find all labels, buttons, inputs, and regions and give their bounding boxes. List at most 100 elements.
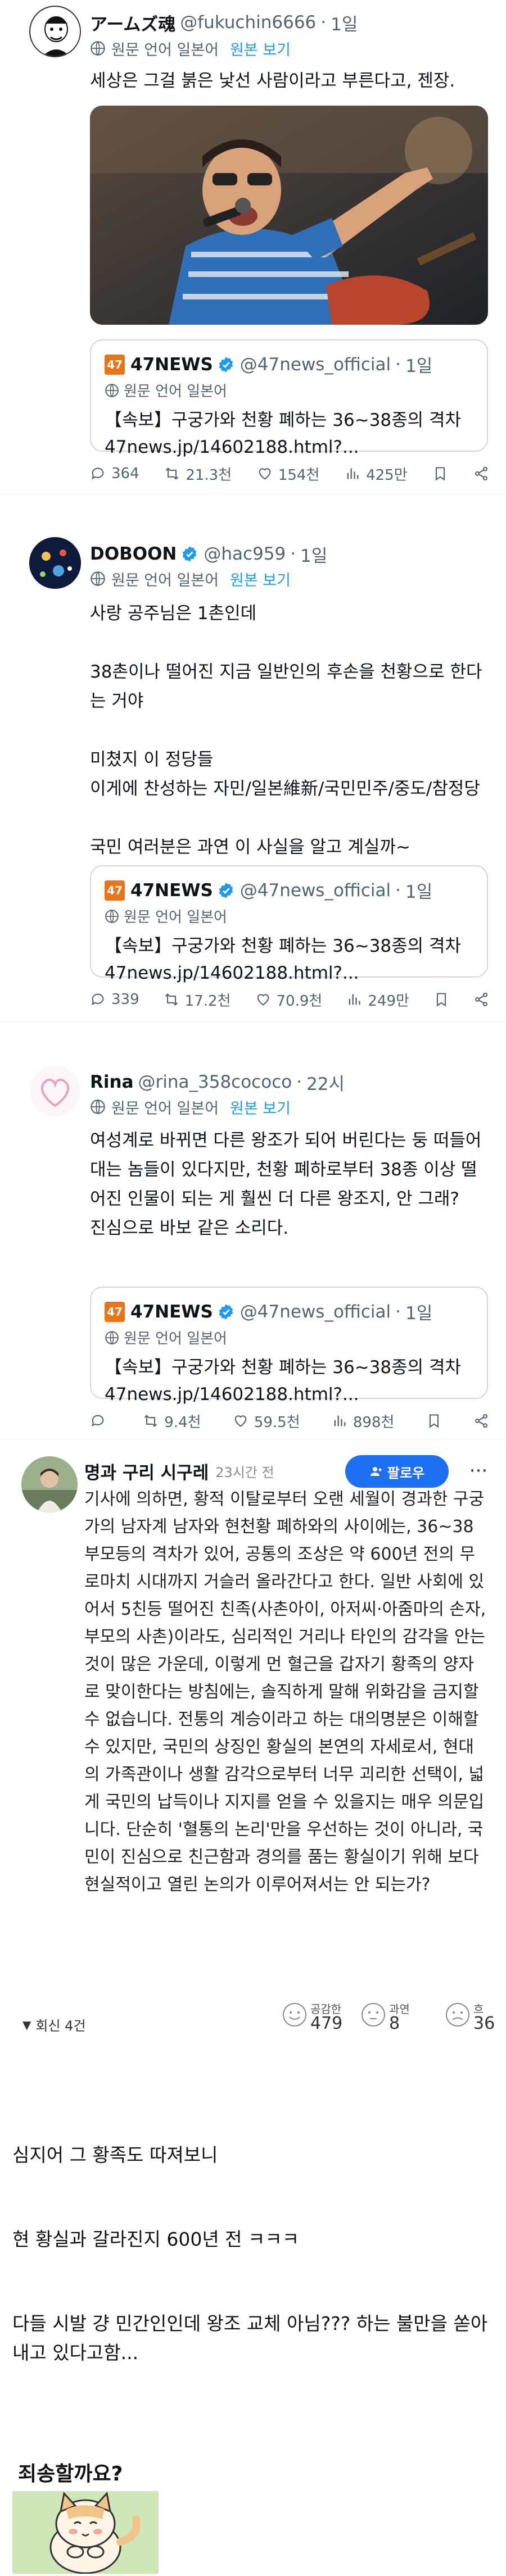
quote-header: 47 47NEWS @47news_official · 1일 <box>105 1299 432 1324</box>
author-name[interactable]: Rina <box>90 1072 134 1092</box>
heart-icon <box>257 994 269 1006</box>
avatar[interactable] <box>29 537 81 589</box>
quote-author-name: 47NEWS <box>130 1301 213 1322</box>
reply-count: 339 <box>111 991 139 1008</box>
repost-button[interactable]: 9.4천 <box>143 1411 201 1432</box>
reply-button[interactable] <box>90 1413 111 1429</box>
quote-author-name: 47NEWS <box>130 354 213 375</box>
repost-icon <box>166 467 179 480</box>
view-original-link[interactable]: 원본 보기 <box>230 1096 291 1118</box>
commenter-avatar[interactable] <box>21 1456 78 1512</box>
share-button[interactable] <box>473 992 489 1007</box>
replies-toggle[interactable]: ▼ 회신 4건 <box>22 2015 86 2034</box>
view-original-link[interactable]: 원본 보기 <box>230 38 291 60</box>
reaction-hmm[interactable]: 흐 36 <box>444 2001 500 2052</box>
separator-dot: · <box>395 354 401 375</box>
separator-dot: · <box>395 1301 401 1322</box>
tweet-photo[interactable] <box>90 106 488 325</box>
reaction-count: 8 <box>389 2014 400 2033</box>
share-icon <box>475 992 487 1007</box>
sorry-cat-sticker: 죄송할까요? <box>12 2457 159 2574</box>
smile-face-icon <box>283 2003 306 2027</box>
quote-translation-notice: 원문 언어 일본어 <box>105 906 227 926</box>
tweet-text: 세상은 그걸 붉은 낯선 사람이라고 부른다고, 젠장. <box>90 71 455 91</box>
tweet-time[interactable]: 1일 <box>331 10 358 35</box>
reply-button[interactable]: 339 <box>90 991 139 1008</box>
tweet-text: 여성계로 바뀌면 다른 왕조가 되어 버린다는 둥 떠들어대는 놈들이 있다지만… <box>90 1130 482 1238</box>
views-chart-icon <box>349 994 360 1005</box>
author-handle[interactable]: @fukuchin6666 <box>180 12 316 33</box>
repost-button[interactable]: 21.3천 <box>164 464 232 484</box>
view-count: 898천 <box>353 1414 395 1431</box>
author-name[interactable]: DOBOON <box>90 544 177 564</box>
like-button[interactable]: 154천 <box>257 464 319 484</box>
separator-dot: · <box>320 12 327 33</box>
like-button[interactable]: 59.5천 <box>233 1411 300 1432</box>
translation-notice: 원문 언어 일본어 원본 보기 <box>90 1096 291 1118</box>
quoted-tweet[interactable]: 47 47NEWS @47news_official · 1일 원문 언어 일본… <box>90 865 488 983</box>
more-options-button[interactable]: ··· <box>464 1460 493 1482</box>
bookmark-icon <box>436 993 446 1007</box>
action-bar: 364 21.3천 154천 425만 <box>90 460 489 488</box>
globe-icon <box>91 571 105 586</box>
bookmark-icon <box>429 1414 439 1428</box>
views-button[interactable]: 249만 <box>346 989 409 1010</box>
quote-text: 【속보】구궁가와 천황 폐하는 36~38종의 격차 47news.jp/146… <box>105 1357 462 1405</box>
share-button[interactable] <box>473 1413 489 1429</box>
quote-header: 47 47NEWS @47news_official · 1일 <box>105 878 432 903</box>
translation-label: 원문 언어 일본어 <box>111 41 219 59</box>
bookmark-button[interactable] <box>433 992 449 1007</box>
views-button[interactable]: 898천 <box>332 1411 395 1432</box>
tweet-header: アームズ魂 @fukuchin6666 · 1일 <box>90 8 484 37</box>
globe-icon <box>91 41 105 56</box>
reply-icon <box>92 993 104 1006</box>
follow-button[interactable]: 팔로우 <box>345 1455 449 1488</box>
quoted-tweet[interactable]: 47 47NEWS @47news_official · 1일 원문 언어 일본… <box>90 1287 488 1405</box>
tweet-time[interactable]: 22시 <box>306 1070 345 1095</box>
views-button[interactable]: 425만 <box>345 464 408 484</box>
reaction-indeed[interactable]: 과연 8 <box>360 2001 410 2052</box>
quote-translation-label: 원문 언어 일본어 <box>124 1330 227 1347</box>
commenter-info: 명과 구리 시구레 23시간 전 <box>84 1459 274 1483</box>
repost-icon <box>165 993 178 1006</box>
like-button[interactable]: 70.9천 <box>255 989 322 1010</box>
verified-badge-icon <box>219 356 233 372</box>
bookmark-button[interactable] <box>432 466 448 481</box>
repost-count: 9.4천 <box>164 1414 201 1431</box>
quote-author-name: 47NEWS <box>130 880 213 901</box>
share-icon <box>475 1414 487 1428</box>
commenter-name[interactable]: 명과 구리 시구레 <box>84 1459 209 1484</box>
view-count: 249만 <box>368 992 409 1010</box>
translation-notice: 원문 언어 일본어 원본 보기 <box>90 567 291 590</box>
repost-button[interactable]: 17.2천 <box>164 989 231 1010</box>
reaction-count: 36 <box>473 2014 495 2033</box>
comment-time: 23시간 전 <box>215 1464 274 1480</box>
views-chart-icon <box>347 468 359 479</box>
bookmark-button[interactable] <box>426 1413 442 1429</box>
avatar[interactable] <box>29 1065 81 1117</box>
tweet-1: アームズ魂 @fukuchin6666 · 1일 원문 언어 일본어 원본 보기… <box>0 0 506 494</box>
news-logo-icon: 47 <box>105 1301 125 1322</box>
author-name[interactable]: アームズ魂 <box>90 10 175 35</box>
action-bar: 339 17.2천 70.9천 249만 <box>90 985 489 1014</box>
news-comment: 명과 구리 시구레 23시간 전 팔로우 ··· 기사에 의하면, 황적 이탈로… <box>0 1451 506 2057</box>
reply-button[interactable]: 364 <box>90 465 139 482</box>
avatar[interactable] <box>29 6 81 57</box>
sticker-title: 죄송할까요? <box>18 2463 123 2486</box>
reaction-empathy[interactable]: 공감한 479 <box>281 2001 342 2052</box>
quoted-tweet[interactable]: 47 47NEWS @47news_official · 1일 원문 언어 일본… <box>90 339 488 457</box>
news-logo-icon: 47 <box>105 880 125 901</box>
view-original-link[interactable]: 원본 보기 <box>230 568 291 590</box>
tweet-time[interactable]: 1일 <box>300 542 327 567</box>
repost-count: 17.2천 <box>184 992 231 1010</box>
tweet-3: Rina @rina_358cococo · 22시 원문 언어 일본어 원본 … <box>0 1023 506 1439</box>
author-handle[interactable]: @hac959 <box>204 544 286 564</box>
comment-text: 기사에 의하면, 황적 이탈로부터 오랜 세월이 경과한 구궁가의 남자계 남자… <box>84 1489 491 1894</box>
globe-icon <box>105 1330 119 1344</box>
share-button[interactable] <box>473 466 489 481</box>
translation-notice: 원문 언어 일본어 원본 보기 <box>90 37 291 60</box>
quote-translation-notice: 원문 언어 일본어 <box>105 1327 227 1348</box>
quote-time: 1일 <box>405 882 433 902</box>
author-handle[interactable]: @rina_358cococo <box>138 1072 292 1092</box>
repost-icon <box>144 1415 157 1427</box>
